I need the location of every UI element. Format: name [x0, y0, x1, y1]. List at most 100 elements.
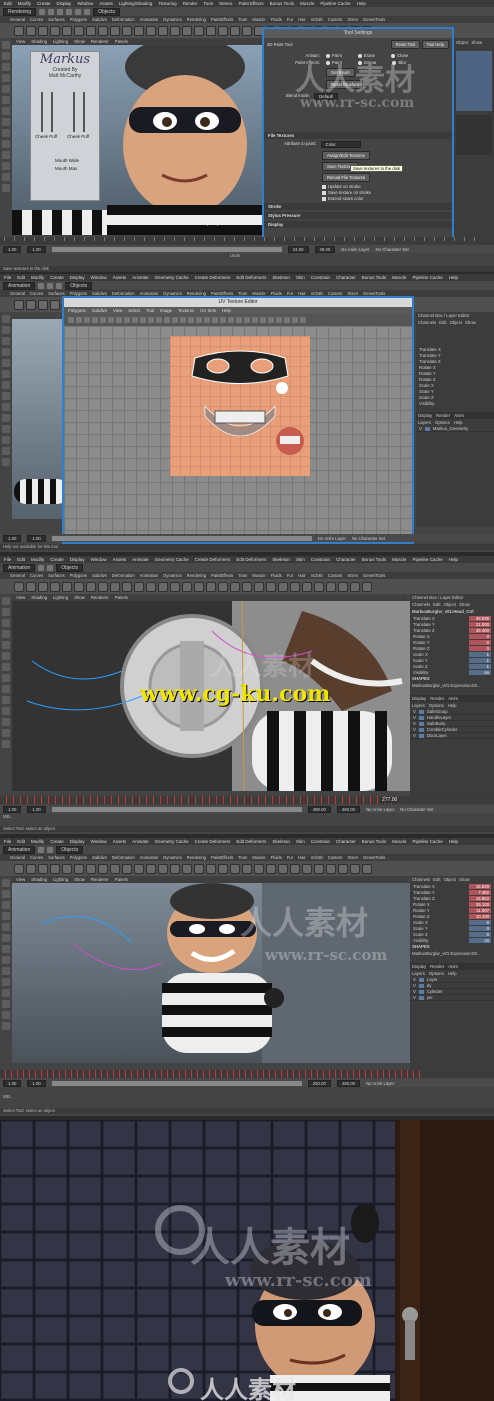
channel-value[interactable]: 0: [469, 931, 491, 937]
uv-tool-icon[interactable]: [252, 317, 258, 323]
shelf-tool-icon[interactable]: [14, 863, 24, 874]
layout-side-icon[interactable]: [2, 151, 10, 159]
time-slider-1[interactable]: [0, 237, 494, 245]
playback-start-3[interactable]: 1.00: [27, 805, 46, 813]
menu-item[interactable]: Toon: [203, 1, 213, 6]
shelf-tab[interactable]: Rendering: [187, 17, 206, 22]
shelf-tool-icon[interactable]: [218, 581, 228, 592]
layout-single-icon[interactable]: [2, 129, 10, 137]
menu-item[interactable]: Texturing: [158, 1, 176, 6]
shelf-tab[interactable]: Toon: [238, 855, 247, 860]
shelf-tab[interactable]: Deformation: [112, 17, 135, 22]
menu-item[interactable]: Skin: [296, 839, 305, 844]
shelf-tab[interactable]: PaintEffects: [211, 855, 233, 860]
shelf-tool-icon[interactable]: [182, 581, 192, 592]
manipulator-icon[interactable]: [2, 945, 10, 953]
shelf-tab[interactable]: Deformation: [112, 855, 135, 860]
menu-item[interactable]: Assets: [113, 839, 127, 844]
shelf-tab[interactable]: Surfaces: [48, 573, 65, 578]
viewport-menu-item[interactable]: View: [16, 39, 25, 44]
menu-item[interactable]: Edit Deformers: [236, 839, 266, 844]
menu-item[interactable]: Constrain: [311, 275, 330, 280]
display-tab[interactable]: Anim: [454, 413, 464, 418]
shelf-tab[interactable]: PaintEffects: [211, 573, 233, 578]
shelf-tool-icon[interactable]: [50, 25, 60, 36]
layer-list-3[interactable]: V SafeGroup V HandleLayer V SafeBody V CombleCy…: [410, 709, 494, 739]
layer-visibility-toggle[interactable]: V: [413, 995, 416, 1000]
new-scene-icon-2[interactable]: [38, 282, 45, 289]
display-tab[interactable]: Anim: [448, 696, 458, 701]
playback-start-2[interactable]: 1.00: [27, 534, 46, 542]
layer-list-4[interactable]: V Layer Vdy V Cylinder Vyer: [410, 977, 494, 1001]
menu-item[interactable]: Skeleton: [272, 839, 290, 844]
uv-tool-icon[interactable]: [180, 317, 186, 323]
character-set-2[interactable]: No Character Set: [352, 536, 385, 541]
menu-item[interactable]: Bonus Tools: [362, 557, 386, 562]
display-tabs-3[interactable]: Display Render Anim: [410, 695, 494, 702]
shelf-tool-icon[interactable]: [146, 581, 156, 592]
menu-item[interactable]: Modify: [31, 275, 44, 280]
shelf-tab[interactable]: XGen: [347, 573, 358, 578]
channel-value[interactable]: 39.100: [469, 901, 491, 907]
layer-row[interactable]: V DoorLayer: [410, 733, 494, 739]
shelf-tool-icon[interactable]: [62, 863, 72, 874]
menu-item[interactable]: Constrain: [311, 557, 330, 562]
channel-value[interactable]: 1: [469, 657, 491, 663]
menu-item[interactable]: Create: [37, 1, 51, 6]
objects-field-3[interactable]: Objects: [56, 563, 84, 572]
uv-grid-area[interactable]: [64, 326, 412, 542]
menu-set-dropdown-3[interactable]: Animation: [3, 563, 36, 572]
shelf-tool-icon[interactable]: [122, 863, 132, 874]
viewport-persp[interactable]: Markus Created By Matt McCarthy Cheek Pu…: [12, 45, 272, 235]
uv-tool-icon[interactable]: [148, 317, 154, 323]
shelf-tab[interactable]: Polygons: [70, 17, 87, 22]
menu-item[interactable]: File: [4, 275, 11, 280]
reload-textures-button[interactable]: Reload File Textures: [322, 173, 371, 182]
menu-item[interactable]: Muscle: [392, 557, 406, 562]
end-time-4[interactable]: 480.00: [336, 1079, 361, 1087]
shelf-tool-icon[interactable]: [146, 25, 156, 36]
shelf-tab[interactable]: Hair: [298, 573, 306, 578]
menu-item[interactable]: Create Deformers: [195, 275, 231, 280]
menu-item[interactable]: Geometry Cache: [155, 275, 189, 280]
uv-tool-icon[interactable]: [84, 317, 90, 323]
start-time-4[interactable]: 1.00: [3, 1079, 22, 1087]
shelf-tool-icon[interactable]: [230, 863, 240, 874]
layout-persp-icon[interactable]: [2, 162, 10, 170]
uv-menu-item[interactable]: Select: [128, 308, 140, 313]
shelf-tool-icon[interactable]: [182, 25, 192, 36]
shelf-tool-icon[interactable]: [86, 25, 96, 36]
uv-menu-item[interactable]: Image: [160, 308, 172, 313]
channel-menu-item[interactable]: Show: [459, 877, 470, 882]
display-tab[interactable]: Render: [436, 413, 450, 418]
menu-item[interactable]: Help: [449, 275, 458, 280]
viewport-menu-3[interactable]: View Shading Lighting Show Renderer Panels: [12, 594, 407, 601]
menu-item[interactable]: Edit: [17, 839, 25, 844]
menu-item[interactable]: Pipeline Cache: [412, 275, 442, 280]
open-scene-icon-3[interactable]: [47, 564, 54, 571]
command-line-1[interactable]: Undo: [0, 253, 494, 259]
objects-field-2[interactable]: Objects: [65, 281, 93, 290]
viewport-menu-item[interactable]: Show: [74, 877, 85, 882]
menu-item[interactable]: Create: [50, 275, 64, 280]
layout-persp-icon[interactable]: [2, 1000, 10, 1008]
layers-menu-2[interactable]: Layers Options Help: [416, 419, 494, 426]
shelf-tool-icon[interactable]: [194, 863, 204, 874]
scale-tool-icon[interactable]: [2, 652, 10, 660]
shelf-tab[interactable]: nCloth: [311, 17, 323, 22]
toolbox-2[interactable]: [0, 312, 12, 512]
menu-item[interactable]: Stereo: [219, 1, 232, 6]
shelf-tab[interactable]: General: [10, 855, 25, 860]
layer-visibility-toggle[interactable]: V: [413, 983, 416, 988]
shelf-tool-icon[interactable]: [26, 299, 36, 310]
uv-tool-icon[interactable]: [124, 317, 130, 323]
layout-four-icon[interactable]: [2, 978, 10, 986]
shelf-tab[interactable]: Subdivs: [92, 17, 107, 22]
menu-item[interactable]: Animate: [132, 557, 149, 562]
channel-value[interactable]: on: [469, 669, 491, 675]
shelf-tool-icon[interactable]: [302, 863, 312, 874]
shelf-tool-icon[interactable]: [266, 863, 276, 874]
viewport-menu-item[interactable]: View: [16, 877, 25, 882]
lasso-tool-icon[interactable]: [2, 326, 10, 334]
layers-menu-item[interactable]: Options: [429, 971, 444, 976]
